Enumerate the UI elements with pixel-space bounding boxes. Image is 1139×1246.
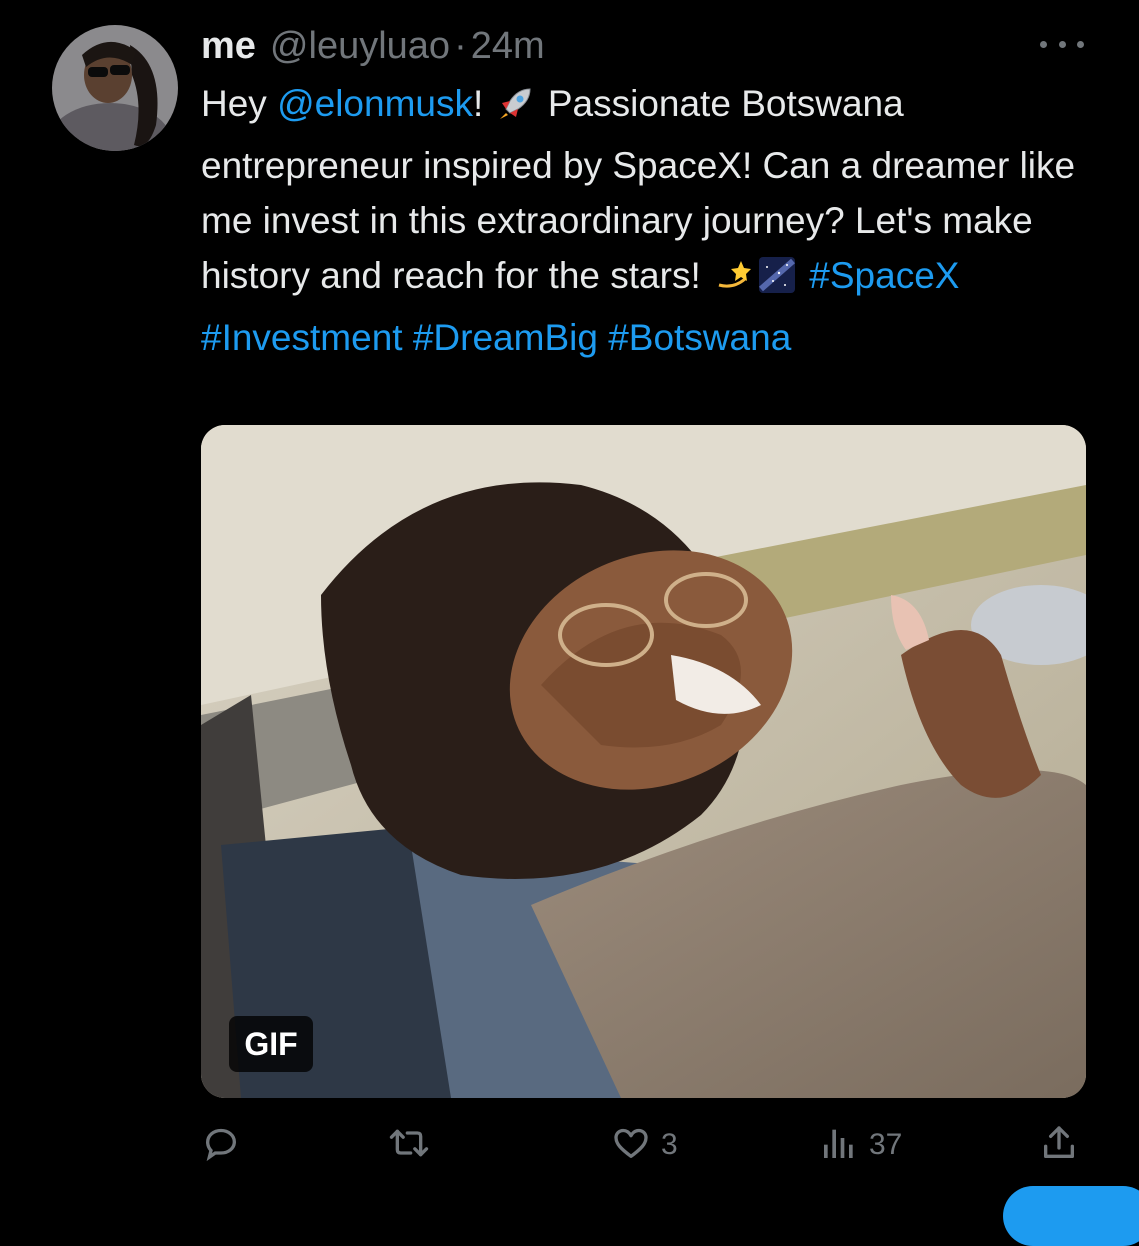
like-button[interactable]: 3 [611, 1110, 678, 1180]
separator-dot: · [454, 25, 467, 67]
avatar[interactable] [52, 25, 178, 151]
heart-icon [611, 1123, 651, 1168]
share-button[interactable] [1039, 1110, 1089, 1180]
tweet-action-bar: 3 37 [201, 1110, 1086, 1180]
rocket-emoji [496, 83, 536, 138]
timestamp[interactable]: 24m [471, 20, 545, 72]
like-count: 3 [661, 1128, 678, 1161]
hashtag-link[interactable]: #Botswana [608, 317, 791, 358]
gif-media[interactable]: GIF [201, 425, 1086, 1098]
tweet-text-fragment [598, 317, 608, 358]
retweet-icon [387, 1123, 431, 1168]
tweet-text-fragment [403, 317, 413, 358]
user-handle[interactable]: @leuyluao [270, 20, 450, 72]
more-options-icon[interactable] [1040, 28, 1084, 60]
reply-icon [201, 1123, 241, 1168]
gif-badge: GIF [229, 1016, 313, 1072]
floating-compose-button[interactable] [1003, 1186, 1139, 1246]
tweet-text-fragment: Hey [201, 83, 278, 124]
views-button[interactable]: 37 [819, 1110, 902, 1180]
mention-link[interactable]: @elonmusk [277, 83, 473, 124]
milky-way-emoji [757, 255, 797, 310]
share-icon [1039, 1123, 1079, 1168]
tweet-header: me @leuyluao · 24m [201, 20, 545, 72]
tweet-text: Hey @elonmusk! Passionate Botswana entre… [201, 76, 1101, 365]
views-icon [819, 1123, 859, 1168]
tweet-text-fragment [799, 255, 809, 296]
display-name[interactable]: me [201, 20, 256, 72]
views-count: 37 [869, 1128, 903, 1161]
hashtag-link[interactable]: #Investment [201, 317, 403, 358]
hashtag-link[interactable]: #DreamBig [413, 317, 598, 358]
hashtag-link[interactable]: #SpaceX [809, 255, 959, 296]
reply-button[interactable] [201, 1110, 251, 1180]
tweet-text-fragment: ! [473, 83, 494, 124]
dizzy-emoji [713, 255, 753, 310]
retweet-button[interactable] [387, 1110, 441, 1180]
